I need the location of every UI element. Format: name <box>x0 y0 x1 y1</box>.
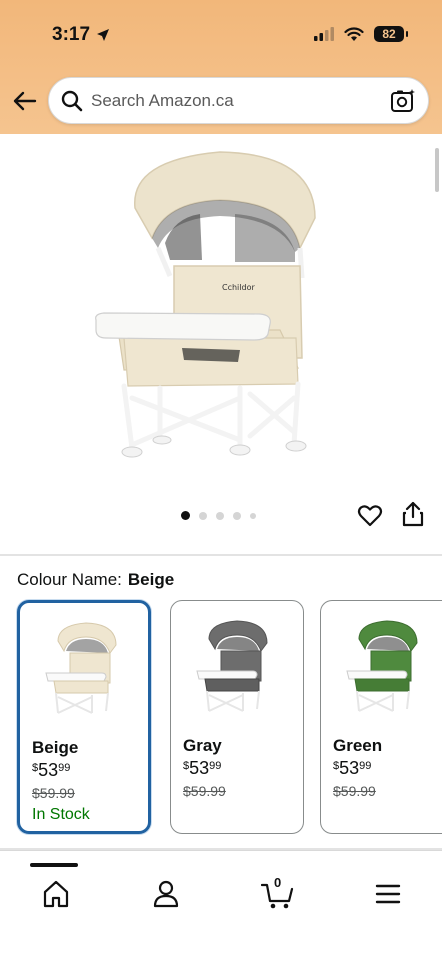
swatch-stock-status: In Stock <box>32 806 90 823</box>
bottom-navigation: 0 <box>0 850 442 960</box>
price-whole: 53 <box>339 758 360 778</box>
cart-count-badge: 0 <box>274 875 282 890</box>
swatch-price: $53 99 <box>183 758 221 779</box>
colour-selected-value: Beige <box>127 570 175 589</box>
search-bar[interactable] <box>48 77 429 124</box>
swatch-thumbnail <box>45 622 117 714</box>
search-icon <box>61 90 83 112</box>
app-header: 3:17 82 <box>0 0 442 134</box>
product-image[interactable]: Cchildor <box>90 148 360 478</box>
colour-label: Colour Name: <box>17 570 122 589</box>
colour-swatch-gray[interactable]: Gray $53 99 $59.99 <box>170 600 304 834</box>
status-time: 3:17 <box>52 24 110 46</box>
price-whole: 53 <box>189 758 210 778</box>
price-whole: 53 <box>38 760 59 780</box>
swatch-name: Beige <box>32 738 79 757</box>
scrollbar[interactable] <box>435 148 439 192</box>
colour-name-row: Colour Name: Beige <box>17 570 174 590</box>
price-cents: 99 <box>359 760 372 772</box>
back-arrow-icon[interactable] <box>11 88 37 114</box>
swatch-thumbnail <box>346 620 418 712</box>
carousel-dot[interactable] <box>233 511 241 520</box>
cart-button[interactable]: 0 <box>260 875 295 909</box>
account-icon[interactable] <box>151 879 181 909</box>
cellular-signal-icon <box>314 27 334 41</box>
share-icon[interactable] <box>401 501 425 527</box>
search-input[interactable] <box>91 88 381 114</box>
status-bar: 3:17 82 <box>0 0 442 66</box>
camera-search-icon[interactable] <box>390 88 416 114</box>
image-carousel-dots[interactable] <box>181 511 256 520</box>
swatch-old-price: $59.99 <box>333 783 376 799</box>
price-cents: 99 <box>58 762 71 774</box>
battery-level: 82 <box>382 27 396 41</box>
section-divider <box>0 554 442 556</box>
swatch-price: $53 99 <box>333 758 371 779</box>
battery-icon: 82 <box>374 26 408 42</box>
colour-swatch-beige[interactable]: Beige $53 99 $59.99 In Stock <box>17 600 151 834</box>
home-icon[interactable] <box>41 879 71 909</box>
carousel-dot[interactable] <box>199 511 207 520</box>
swatch-old-price: $59.99 <box>183 783 226 799</box>
price-cents: 99 <box>209 760 222 772</box>
menu-icon[interactable] <box>373 879 403 909</box>
carousel-dot[interactable] <box>250 512 256 519</box>
status-icons: 82 <box>314 26 408 42</box>
swatch-name: Green <box>333 736 383 755</box>
colour-swatch-green[interactable]: Green $53 99 $59.99 <box>320 600 442 834</box>
heart-icon[interactable] <box>357 503 383 529</box>
swatch-price: $53 99 <box>32 760 70 781</box>
carousel-dot[interactable] <box>216 511 224 520</box>
carousel-dot[interactable] <box>181 511 190 520</box>
time-text: 3:17 <box>52 24 91 45</box>
svg-text:Cchildor: Cchildor <box>222 283 255 292</box>
swatch-old-price: $59.99 <box>32 785 75 801</box>
swatch-name: Gray <box>183 736 222 755</box>
wifi-icon <box>344 26 364 41</box>
swatch-thumbnail <box>196 620 268 712</box>
product-detail: Cchildor Colour Name: Beige Beige $ 53 9… <box>0 134 442 850</box>
active-tab-indicator <box>30 863 78 867</box>
location-arrow-icon <box>97 29 110 41</box>
